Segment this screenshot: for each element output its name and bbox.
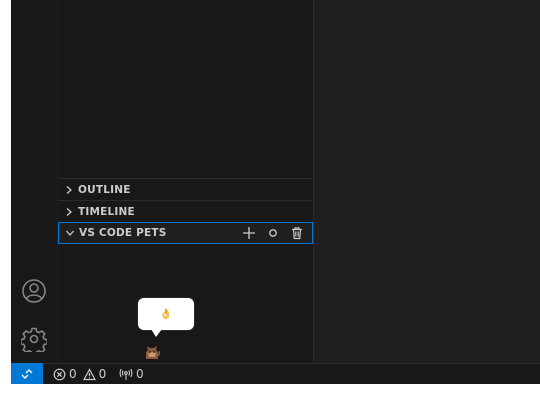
error-icon [53,368,66,380]
bubble-tail [151,329,162,337]
section-timeline-label: TIMELINE [78,205,135,218]
section-vs-code-pets-label: VS CODE PETS [79,227,167,239]
ports-count: 0 [136,367,144,381]
side-bar: OUTLINE TIMELINE VS CODE PETS 👌 [58,0,314,363]
section-vs-code-pets[interactable]: VS CODE PETS [58,222,313,244]
add-pet-icon[interactable] [240,224,258,242]
status-bar: 0 0 0 [11,363,540,384]
error-count: 0 [69,367,77,381]
broadcast-icon [119,368,133,380]
account-icon[interactable] [20,277,48,305]
section-outline-label: OUTLINE [78,183,131,196]
remote-icon [21,368,33,379]
pets-panel: 👌 [58,244,313,363]
warning-icon [82,367,96,380]
section-timeline[interactable]: TIMELINE [58,200,313,222]
chevron-right-icon [60,201,78,223]
pet-speech-bubble: 👌 [137,297,195,337]
vscode-window: OUTLINE TIMELINE VS CODE PETS 👌 0 0 0 [11,0,540,384]
warning-count: 0 [98,367,107,381]
explorer-empty-area [58,0,313,178]
pet-cat[interactable] [143,343,161,361]
remote-indicator[interactable] [11,363,43,384]
problems-indicator[interactable]: 0 0 [53,364,106,384]
activity-bar [11,0,57,363]
throw-ball-icon[interactable] [264,224,282,242]
editor-area [314,0,540,363]
bubble-emoji: 👌 [159,308,173,320]
delete-pet-icon[interactable] [288,224,306,242]
chevron-down-icon [61,222,79,244]
section-outline[interactable]: OUTLINE [58,178,313,200]
pets-actions [240,223,306,243]
settings-gear-icon[interactable] [20,325,48,353]
chevron-right-icon [60,179,78,201]
ports-indicator[interactable]: 0 [119,364,144,384]
